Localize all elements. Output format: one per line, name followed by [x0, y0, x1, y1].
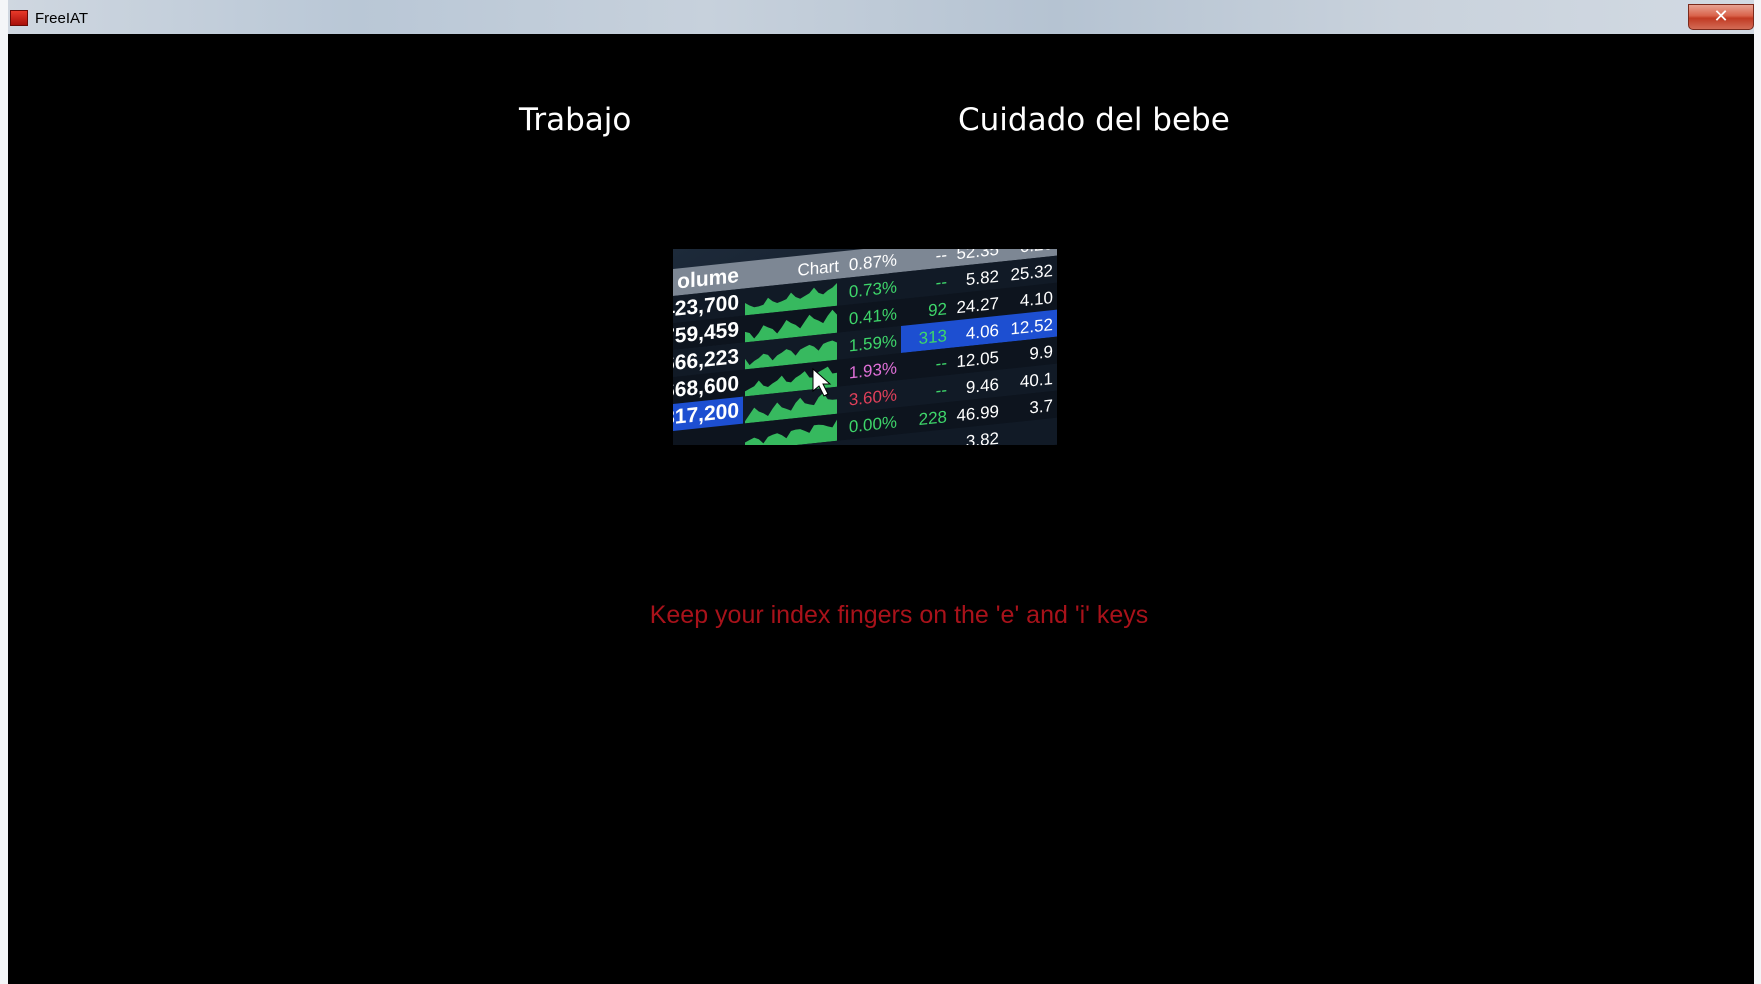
- table-cell: 313: [919, 326, 947, 348]
- app-window: FreeIAT ✕ Trabajo Cuidado del bebe olume…: [0, 0, 1761, 984]
- table-cell: 92: [928, 299, 947, 320]
- table-cell: 4.10: [1020, 288, 1053, 310]
- table-cell: 5.82: [966, 267, 999, 289]
- close-icon: ✕: [1713, 6, 1729, 27]
- instruction-text: Keep your index fingers on the 'e' and '…: [649, 601, 1149, 629]
- right-category-label: Cuidado del bebe: [958, 102, 1230, 138]
- table-cell: --: [936, 380, 947, 400]
- stimulus-image: olumeChart0.87%--52.356.26423,7000.73%--…: [673, 249, 1057, 445]
- table-cell: --: [936, 272, 947, 292]
- table-cell: --: [936, 353, 947, 373]
- table-cell: 3.82: [966, 429, 999, 445]
- app-icon: [10, 10, 28, 26]
- table-cell: --: [936, 249, 947, 265]
- table-cell: 4.06: [966, 321, 999, 343]
- close-button[interactable]: ✕: [1688, 4, 1754, 30]
- window-title: FreeIAT: [35, 10, 89, 27]
- stock-table: olumeChart0.87%--52.356.26423,7000.73%--…: [673, 249, 1057, 445]
- table-cell: 228: [919, 407, 947, 429]
- table-cell: 3.7: [1029, 396, 1053, 417]
- table-cell: 40.1: [1020, 369, 1053, 391]
- iat-canvas: Trabajo Cuidado del bebe olume Chart 0.87%…: [8, 34, 1754, 984]
- left-category-label: Trabajo: [519, 102, 632, 138]
- title-bar[interactable]: FreeIAT ✕: [8, 0, 1754, 35]
- table-cell: 9.9: [1029, 342, 1053, 363]
- table-cell: 9.46: [966, 375, 999, 397]
